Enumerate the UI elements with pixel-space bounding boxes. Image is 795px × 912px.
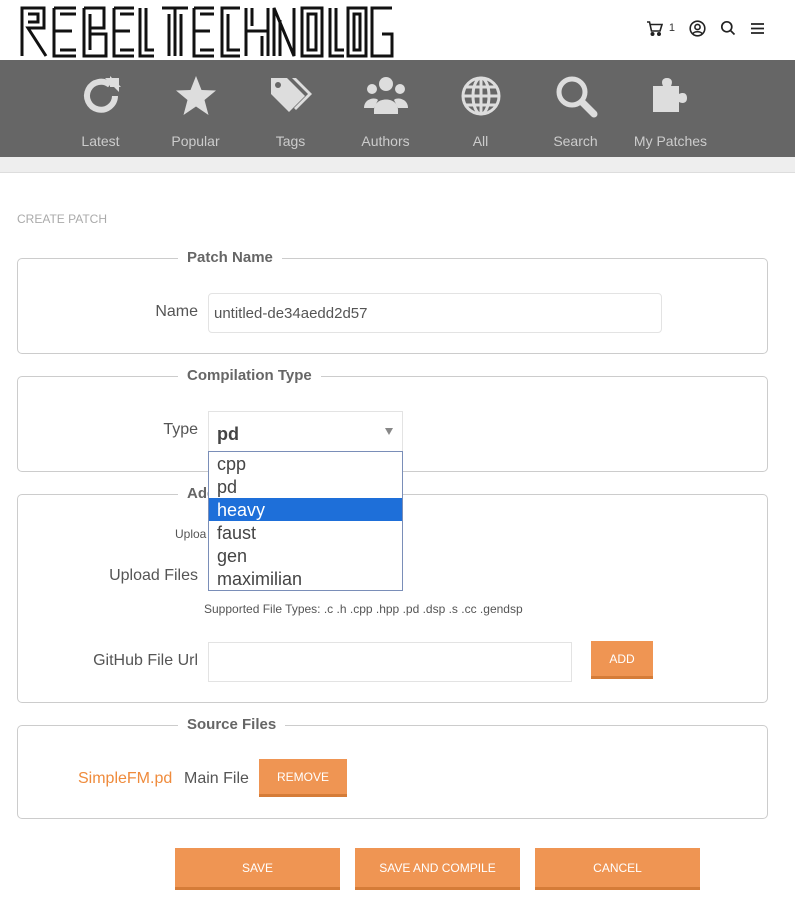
select-value: pd (217, 424, 239, 444)
option-cpp[interactable]: cpp (209, 452, 402, 475)
save-button[interactable]: SAVE (175, 848, 340, 890)
nav-label: Popular (171, 133, 220, 149)
nav-my-patches[interactable]: My Patches (623, 74, 718, 149)
nav-authors[interactable]: Authors (338, 74, 433, 149)
source-file-link[interactable]: SimpleFM.pd (78, 770, 172, 788)
users-icon (338, 74, 433, 118)
patch-name-input[interactable] (208, 293, 662, 333)
search-icon[interactable] (720, 20, 736, 36)
nav-label: Tags (275, 133, 306, 149)
option-gen[interactable]: gen (209, 544, 402, 567)
refresh-icon (53, 74, 148, 118)
nav-label: All (472, 133, 489, 149)
nav-popular[interactable]: Popular (148, 74, 243, 149)
tags-icon (243, 74, 338, 118)
top-bar: 1 (0, 0, 795, 60)
sub-bar (0, 157, 795, 173)
nav-label: Search (553, 133, 598, 149)
page-title: CREATE PATCH (17, 212, 108, 226)
fieldset-legend: Compilation Type (178, 367, 321, 384)
option-faust[interactable]: faust (209, 521, 402, 544)
cart-count-badge: 1 (668, 22, 675, 34)
upload-hint: Uploa (175, 527, 207, 541)
patch-name-fieldset: Patch Name Name (17, 249, 768, 354)
main-file-label: Main File (184, 770, 249, 787)
compilation-type-select[interactable]: pd (208, 411, 403, 452)
nav-label: Latest (81, 133, 120, 149)
option-pd[interactable]: pd (209, 475, 402, 498)
rebel-technology-logo[interactable] (20, 6, 396, 58)
remove-button[interactable]: REMOVE (259, 759, 347, 797)
nav-search[interactable]: Search (528, 74, 623, 149)
fieldset-legend: Patch Name (178, 249, 282, 266)
upload-files-label: Upload Files (109, 567, 198, 584)
star-icon (148, 74, 243, 118)
cart-icon[interactable]: 1 (646, 20, 675, 36)
compilation-type-options: cpp pd heavy faust gen maximilian (208, 451, 403, 591)
name-label: Name (155, 303, 198, 320)
main-nav: Latest Popular Tags Authors All Search M… (0, 60, 795, 157)
header-icons: 1 (646, 18, 765, 38)
search-icon (528, 74, 623, 118)
fieldset-legend: Source Files (178, 716, 286, 733)
github-url-input[interactable] (208, 642, 572, 682)
globe-icon (433, 74, 528, 118)
puzzle-icon (623, 74, 718, 118)
nav-label: My Patches (633, 133, 708, 149)
nav-tags[interactable]: Tags (243, 74, 338, 149)
nav-label: Authors (361, 133, 410, 149)
supported-file-types: Supported File Types: .c .h .cpp .hpp .p… (204, 602, 523, 616)
chevron-down-icon (385, 428, 393, 435)
save-and-compile-button[interactable]: SAVE AND COMPILE (355, 848, 520, 890)
cancel-button[interactable]: CANCEL (535, 848, 700, 890)
user-icon[interactable] (689, 19, 706, 37)
nav-latest[interactable]: Latest (53, 74, 148, 149)
menu-icon[interactable] (750, 22, 765, 35)
nav-all[interactable]: All (433, 74, 528, 149)
source-files-fieldset: Source Files SimpleFM.pd Main File REMOV… (17, 716, 768, 819)
github-url-label: GitHub File Url (93, 652, 198, 669)
option-maximilian[interactable]: maximilian (209, 567, 402, 590)
type-label: Type (163, 421, 198, 438)
option-heavy[interactable]: heavy (209, 498, 402, 521)
add-button[interactable]: ADD (591, 641, 653, 679)
